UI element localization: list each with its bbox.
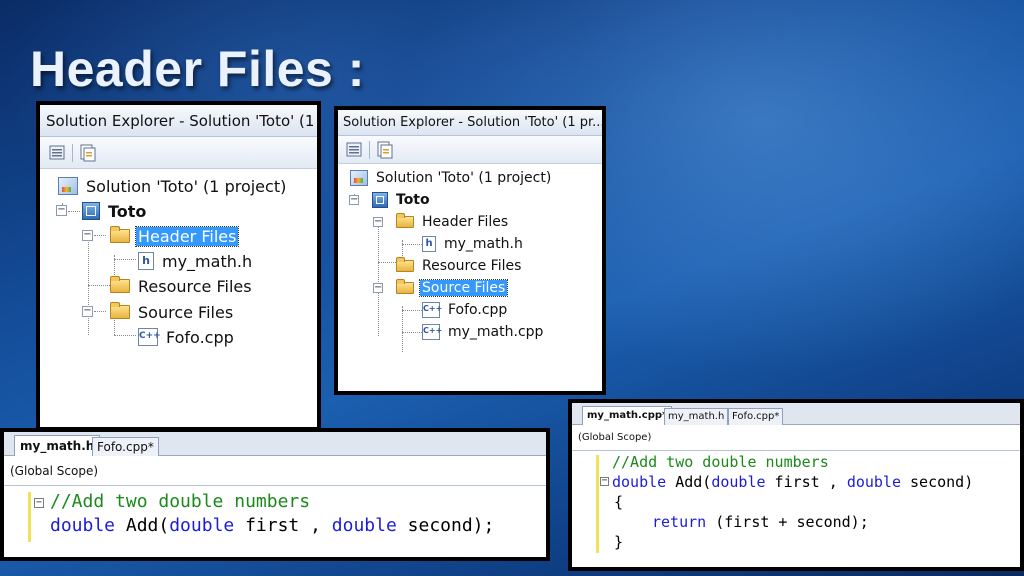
code-line-1: //Add two double numbers — [50, 491, 311, 512]
folder-open-icon — [110, 302, 130, 319]
toolbar — [40, 137, 317, 169]
tree-item-header-files[interactable]: Header Files — [396, 212, 510, 232]
collapse-toggle-project[interactable]: − — [349, 195, 359, 205]
tree-item-resource-files[interactable]: Resource Files — [396, 256, 523, 276]
header-file-icon: h — [422, 236, 436, 252]
collapse-toggle-project[interactable]: − — [56, 205, 67, 216]
tab-fofo-cpp[interactable]: Fofo.cpp* — [728, 408, 784, 425]
collapse-toggle-header-files[interactable]: − — [373, 217, 383, 227]
cpp-file-icon: C++ — [138, 328, 161, 346]
panel-title: Solution Explorer - Solution 'Toto' (1 — [40, 105, 317, 137]
folder-open-icon — [396, 279, 414, 294]
tab-my-math-h[interactable]: my_math.h — [664, 408, 729, 425]
tree-item-resource-files[interactable]: Resource Files — [110, 275, 254, 297]
tree-item-my-math-h[interactable]: h my_math.h — [422, 234, 525, 254]
show-all-files-icon[interactable] — [374, 141, 394, 159]
change-marker — [28, 492, 31, 542]
tree-item-source-files[interactable]: Source Files — [110, 301, 235, 323]
outline-collapse-icon[interactable]: − — [600, 476, 609, 486]
code-line-5: } — [614, 533, 624, 551]
toolbar-separator — [72, 143, 73, 162]
collapse-toggle-source-files[interactable]: − — [373, 283, 383, 293]
collapse-toggle-source-files[interactable]: − — [82, 306, 93, 317]
tree-item-fofo-cpp[interactable]: C++ Fofo.cpp — [138, 326, 236, 348]
tree-item-project[interactable]: Toto — [82, 200, 148, 222]
code-line-3: { — [614, 493, 624, 511]
solution-tree: Solution 'Toto' (1 project) − Toto − Hea… — [338, 164, 602, 391]
tab-my-math-cpp[interactable]: my_math.cpp* — [582, 406, 673, 425]
code-line-1: //Add two double numbers — [612, 453, 829, 471]
code-line-2: double Add(double first , double second)… — [50, 515, 495, 536]
tree-item-my-math-h[interactable]: h my_math.h — [138, 250, 254, 272]
outline-collapse-icon[interactable]: − — [34, 498, 44, 508]
scope-dropdown[interactable]: (Global Scope) — [4, 456, 546, 486]
code-line-2: double Add(double first , double second) — [612, 473, 974, 491]
scope-dropdown[interactable]: (Global Scope) — [572, 425, 1020, 451]
tab-my-math-h[interactable]: my_math.h — [14, 435, 101, 456]
tree-item-header-files[interactable]: Header Files — [110, 225, 240, 247]
tree-item-solution[interactable]: Solution 'Toto' (1 project) — [350, 168, 553, 188]
tree-item-project[interactable]: Toto — [372, 190, 432, 210]
tree-item-solution[interactable]: Solution 'Toto' (1 project) — [58, 175, 288, 197]
toolbar-separator — [369, 140, 370, 159]
code-area[interactable]: − //Add two double numbers double Add(do… — [4, 486, 546, 557]
project-icon — [82, 202, 100, 220]
header-file-icon: h — [138, 252, 154, 270]
tree-item-my-math-cpp[interactable]: C++ my_math.cpp — [422, 322, 545, 342]
slide-title: Header Files : — [30, 41, 365, 97]
properties-icon[interactable] — [48, 144, 68, 162]
collapse-toggle-header-files[interactable]: − — [82, 230, 93, 241]
editor-tab-bar: my_math.h Fofo.cpp* — [4, 432, 546, 456]
properties-icon[interactable] — [345, 141, 365, 159]
solution-tree: Solution 'Toto' (1 project) − Toto − Hea… — [40, 169, 317, 427]
project-icon — [372, 192, 388, 208]
solution-icon — [58, 177, 78, 195]
folder-icon — [396, 257, 414, 272]
cpp-file-icon: C++ — [422, 302, 442, 318]
change-marker — [596, 455, 599, 553]
folder-open-icon — [396, 213, 414, 228]
solution-icon — [350, 170, 368, 186]
solution-explorer-left: Solution Explorer - Solution 'Toto' (1 S… — [36, 101, 321, 431]
tree-item-source-files[interactable]: Source Files — [396, 278, 509, 298]
editor-my-math-h: my_math.h Fofo.cpp* (Global Scope) − //A… — [0, 428, 550, 561]
editor-my-math-cpp: my_math.cpp* my_math.h Fofo.cpp* (Global… — [568, 399, 1024, 571]
code-area[interactable]: − //Add two double numbers double Add(do… — [572, 451, 1020, 567]
toolbar — [338, 136, 602, 164]
panel-title: Solution Explorer - Solution 'Toto' (1 p… — [338, 110, 602, 136]
tab-fofo-cpp[interactable]: Fofo.cpp* — [92, 437, 159, 456]
cpp-file-icon: C++ — [422, 324, 442, 340]
show-all-files-icon[interactable] — [77, 144, 97, 162]
code-line-4: return (first + second); — [652, 513, 869, 531]
tree-item-fofo-cpp[interactable]: C++ Fofo.cpp — [422, 300, 509, 320]
folder-icon — [110, 276, 130, 293]
solution-explorer-right: Solution Explorer - Solution 'Toto' (1 p… — [334, 106, 606, 395]
folder-open-icon — [110, 226, 130, 243]
editor-tab-bar: my_math.cpp* my_math.h Fofo.cpp* — [572, 403, 1020, 425]
